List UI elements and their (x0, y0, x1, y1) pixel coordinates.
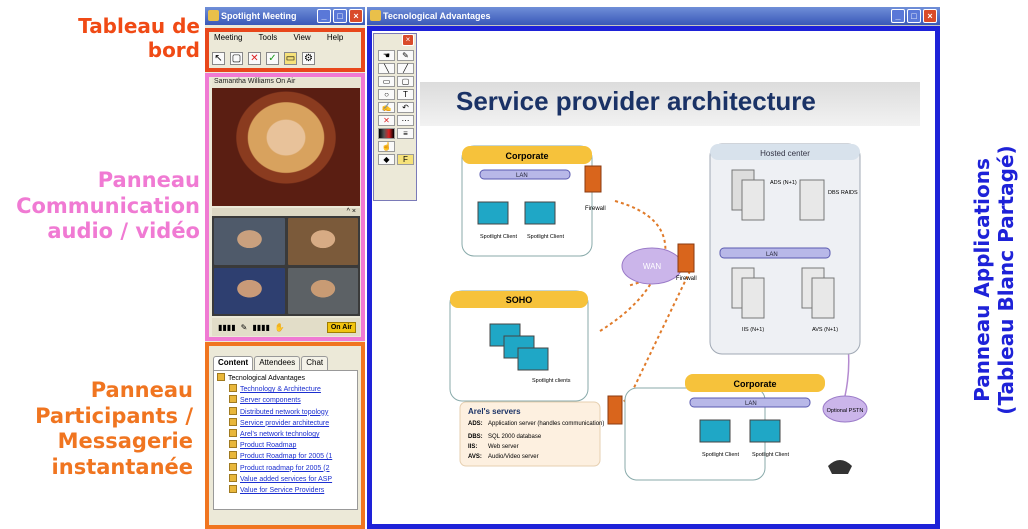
server-legend-value: Application server (handles communicatio… (488, 421, 604, 427)
pstn-label: Optional PSTN (827, 408, 864, 414)
firewall-label: Firewall (585, 206, 606, 212)
meeting-titlebar[interactable]: Spotlight Meeting _ □ × (205, 7, 365, 25)
network-diagram: Corporate LAN Firewall Spotlight Client … (420, 126, 920, 506)
firewall-icon (584, 165, 602, 193)
server-legend-key: AVS: (468, 454, 482, 460)
firewall-icon (677, 243, 695, 273)
avs-label: AVS (N+1) (812, 327, 838, 333)
hosted-center-label: Hosted center (760, 149, 810, 158)
app-icon (370, 10, 381, 21)
maximize-button[interactable]: □ (907, 9, 921, 23)
label-participants: Panneau Participants / Messagerie instan… (0, 378, 193, 480)
corporate-bottom-label: Corporate (733, 379, 776, 389)
soho-label: SOHO (506, 295, 533, 305)
label-line: (Tableau Blanc Partagé) (994, 145, 1018, 415)
computer-icon (749, 419, 781, 443)
application-titlebar[interactable]: Tecnological Advantages _ □ × (367, 7, 940, 25)
rounded-rect-tool-icon[interactable]: ▢ (397, 76, 414, 87)
label-applications: Panneau Applications (Tableau Blanc Part… (970, 130, 1018, 430)
erase-tool-icon[interactable]: ✕ (378, 115, 395, 126)
minimize-button[interactable]: _ (891, 9, 905, 23)
stamp-tool-icon[interactable]: ◆ (378, 154, 395, 165)
lan-label: LAN (766, 252, 778, 258)
dashboard-highlight (205, 28, 365, 72)
blank-tool (397, 141, 414, 152)
label-line: instantanée (51, 454, 193, 479)
palette-close-button[interactable]: × (402, 34, 414, 46)
label-line: Panneau Applications (970, 158, 994, 402)
servers-title: Arel's servers (468, 407, 521, 416)
ads-label: ADS (N+1) (770, 180, 797, 186)
line-width-icon[interactable]: ≡ (397, 128, 414, 139)
server-legend-key: IIS: (468, 444, 477, 450)
window-title: Spotlight Meeting (221, 11, 297, 21)
client-label: Spotlight Client (752, 452, 789, 458)
rectangle-tool-icon[interactable]: ▭ (378, 76, 395, 87)
label-line: Participants / (35, 403, 193, 428)
client-label: Spotlight Client (702, 452, 739, 458)
label-dashboard: Tableau de bord (10, 14, 200, 63)
server-icon (799, 179, 825, 221)
clients-label: Spotlight clients (532, 378, 571, 384)
dots-tool-icon[interactable]: ⋯ (397, 115, 414, 126)
close-button[interactable]: × (923, 9, 937, 23)
maximize-button[interactable]: □ (333, 9, 347, 23)
communication-highlight (205, 73, 365, 341)
pen-tool-icon[interactable]: ✎ (397, 50, 414, 61)
label-line: audio / vidéo (47, 219, 200, 244)
lan-label: LAN (516, 173, 528, 179)
server-legend-key: DBS: (468, 434, 483, 440)
iis-label: IIS (N+1) (742, 327, 764, 333)
text-tool-icon[interactable]: T (397, 89, 414, 100)
computer-icon (477, 201, 509, 225)
server-legend-value: SQL 2000 database (488, 434, 542, 440)
pointer-tool-icon[interactable]: ☝ (378, 141, 395, 152)
whiteboard-tool-palette: × ☚ ✎ ╲ ╱ ▭ ▢ ○ T ✍ ↶ ✕ ⋯ ≡ ☝ ◆ F (373, 33, 417, 201)
ellipse-tool-icon[interactable]: ○ (378, 89, 395, 100)
firewall-icon (607, 395, 623, 425)
server-icon (741, 179, 765, 221)
server-legend-value: Audio/Video server (488, 454, 539, 460)
computer-icon (699, 419, 731, 443)
firewall-label: Firewall (676, 276, 697, 282)
label-line: Panneau (90, 378, 193, 402)
participants-highlight (205, 342, 365, 529)
server-icon (741, 277, 765, 319)
lan-label: LAN (745, 401, 757, 407)
minimize-button[interactable]: _ (317, 9, 331, 23)
window-title: Tecnological Advantages (383, 11, 491, 21)
highlighter-tool-icon[interactable]: ✍ (378, 102, 395, 113)
color-bar-icon[interactable] (378, 128, 395, 139)
computer-icon (517, 347, 549, 371)
label-communication: Panneau Communication audio / vidéo (0, 168, 200, 245)
wan-label: WAN (643, 262, 662, 271)
server-legend-value: Web server (488, 444, 519, 450)
line-tool-icon[interactable]: ╲ (378, 63, 395, 74)
server-icon (811, 277, 835, 319)
hand-tool-icon[interactable]: ☚ (378, 50, 395, 61)
computer-icon (524, 201, 556, 225)
server-legend-key: ADS: (468, 421, 483, 427)
undo-tool-icon[interactable]: ↶ (397, 102, 414, 113)
client-label: Spotlight Client (480, 234, 517, 240)
close-button[interactable]: × (349, 9, 363, 23)
corporate-top-label: Corporate (505, 151, 548, 161)
client-label: Spotlight Client (527, 234, 564, 240)
font-tool-icon[interactable]: F (397, 154, 414, 165)
label-line: Tableau de (78, 14, 200, 38)
label-line: Messagerie (57, 429, 193, 454)
label-line: Panneau (97, 168, 200, 192)
dbs-label: DBS RAIDS (828, 190, 858, 196)
slide-title: Service provider architecture (456, 86, 816, 116)
label-line: Communication (16, 193, 200, 218)
arrow-tool-icon[interactable]: ╱ (397, 63, 414, 74)
label-line: bord (147, 38, 200, 63)
app-icon (208, 10, 219, 21)
